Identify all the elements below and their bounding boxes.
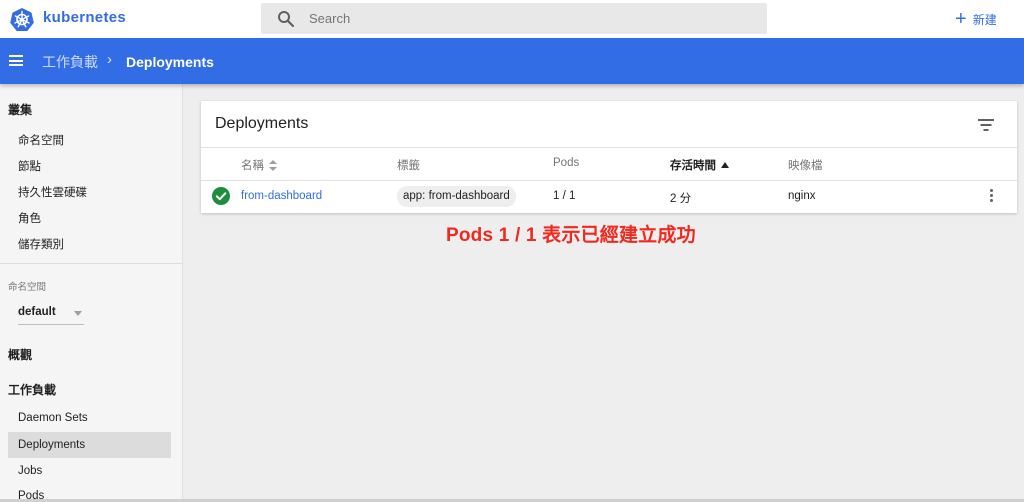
search-icon [278, 11, 295, 28]
sidebar-divider [0, 263, 183, 264]
column-header-name[interactable]: 名稱 [241, 157, 277, 173]
image-value: nginx [788, 190, 816, 202]
namespace-value: default [18, 306, 56, 318]
kubernetes-logo-icon[interactable] [10, 7, 34, 31]
annotation-text: Pods 1 / 1 表示已經建立成功 [446, 225, 696, 246]
plus-icon: + [955, 8, 967, 30]
sidebar-item-namespaces[interactable]: 命名空間 [18, 132, 64, 148]
top-bar: kubernetes + 新建 [0, 0, 1024, 38]
dropdown-caret-icon [74, 311, 82, 316]
column-header-images: 映像檔 [788, 160, 823, 172]
create-button-label: 新建 [972, 12, 997, 27]
column-header-pods: Pods [553, 157, 580, 169]
pods-count: 1 / 1 [553, 190, 576, 202]
sidebar-heading-cluster[interactable]: 叢集 [8, 101, 32, 118]
table-header-divider [201, 180, 1017, 181]
card-title: Deployments [215, 115, 309, 132]
deployment-name-link[interactable]: from-dashboard [241, 190, 322, 202]
sidebar-item-roles[interactable]: 角色 [18, 210, 41, 226]
sidebar-item-persistent-volumes[interactable]: 持久性雲硬碟 [18, 184, 87, 200]
breadcrumb-current: Deployments [126, 54, 214, 70]
sidebar: 叢集 命名空間 節點 持久性雲硬碟 角色 儲存類別 命名空間 default 概… [0, 84, 183, 502]
label-chip: app: from-dashboard [397, 186, 516, 207]
namespace-select[interactable]: default [18, 303, 84, 325]
column-header-name-label: 名稱 [241, 160, 264, 172]
age-value: 2 分 [670, 193, 692, 205]
filter-icon[interactable] [978, 119, 994, 131]
column-header-labels: 標籤 [397, 160, 420, 172]
search-input[interactable] [309, 3, 749, 34]
chevron-right-icon: › [107, 51, 112, 68]
sidebar-item-nodes[interactable]: 節點 [18, 158, 41, 174]
column-header-age-label: 存活時間 [670, 160, 716, 172]
sidebar-heading-overview[interactable]: 概觀 [8, 346, 32, 363]
breadcrumb-toolbar: 工作負載 › Deployments [0, 38, 1024, 84]
sidebar-item-storage-classes[interactable]: 儲存類別 [18, 236, 64, 252]
sort-icon [269, 159, 277, 171]
namespace-label: 命名空間 [8, 282, 47, 293]
sidebar-item-deployments[interactable]: Deployments [18, 439, 85, 451]
sidebar-item-daemon-sets[interactable]: Daemon Sets [18, 412, 88, 424]
check-circle-icon [212, 187, 230, 205]
breadcrumb-parent[interactable]: 工作負載 [42, 52, 98, 72]
sidebar-item-jobs[interactable]: Jobs [18, 465, 42, 477]
card-divider [201, 147, 1017, 148]
search-bar[interactable] [261, 3, 767, 34]
more-vert-icon[interactable] [990, 189, 994, 203]
column-header-age[interactable]: 存活時間 [670, 157, 729, 173]
hamburger-menu-icon[interactable] [9, 55, 23, 66]
brand-name[interactable]: kubernetes [43, 9, 126, 26]
deployments-card: Deployments 名稱 標籤 Pods 存活時間 映像檔 from-das… [201, 101, 1017, 213]
sort-ascending-icon [721, 162, 729, 168]
sidebar-heading-workloads[interactable]: 工作負載 [8, 381, 56, 398]
create-button[interactable]: + 新建 [955, 9, 997, 29]
